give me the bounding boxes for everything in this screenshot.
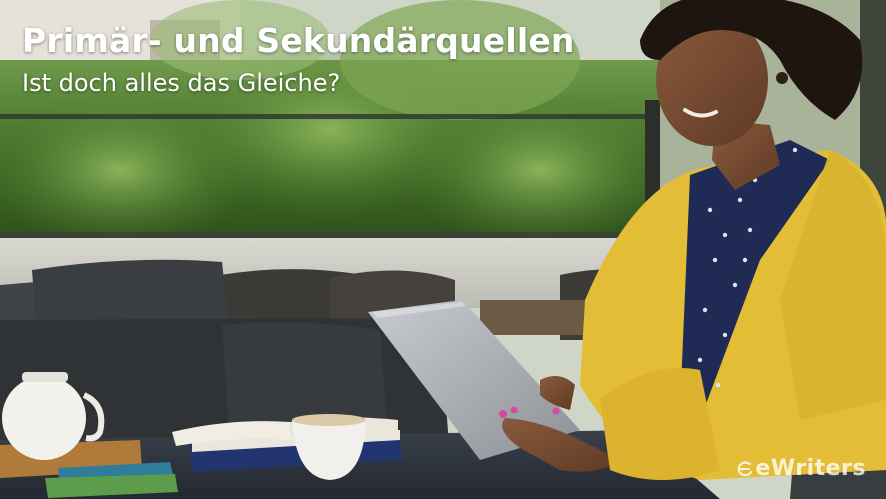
hero-banner: Primär- und Sekundärquellen Ist doch all… (0, 0, 886, 499)
brand-name: eWriters (755, 456, 866, 481)
headline-title: Primär- und Sekundärquellen (22, 21, 575, 60)
headline-subtitle: Ist doch alles das Gleiche? (22, 69, 341, 97)
headline: Primär- und Sekundärquellen Ist doch all… (22, 18, 575, 100)
ewriters-logo-icon (738, 460, 753, 476)
brand-watermark: eWriters (736, 456, 866, 481)
